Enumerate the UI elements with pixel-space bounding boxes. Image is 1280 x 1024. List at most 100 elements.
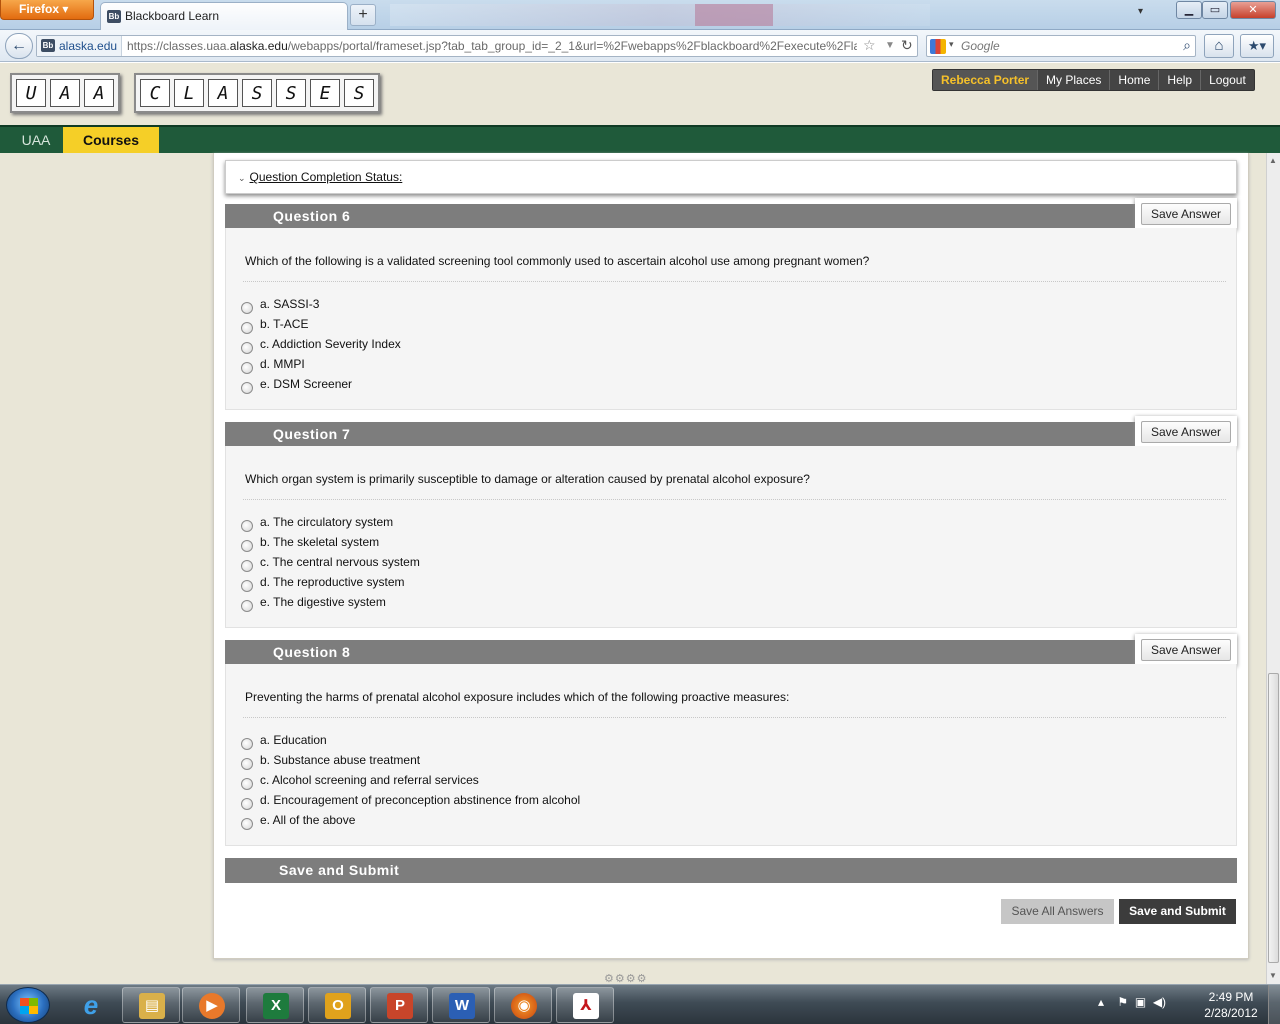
windows-explorer-taskbar-button[interactable]: ▤ (122, 987, 180, 1023)
firefox-menu-button[interactable]: Firefox ▾ (0, 0, 94, 20)
option-label[interactable]: a. Education (260, 733, 327, 747)
blackboard-favicon-icon: Bb (41, 39, 55, 52)
excel-taskbar-button[interactable]: X (246, 987, 304, 1023)
radio-button[interactable] (241, 798, 253, 810)
question-completion-status[interactable]: ⌄ Question Completion Status: (225, 160, 1237, 194)
user-menu-link[interactable]: Rebecca Porter (933, 70, 1038, 90)
radio-button[interactable] (241, 560, 253, 572)
scroll-down-icon[interactable]: ▼ (1269, 971, 1277, 980)
excel-icon: X (263, 993, 289, 1019)
save-answer-button[interactable]: Save Answer (1141, 639, 1231, 661)
tab-uaa[interactable]: UAA (10, 127, 62, 153)
question-text: Preventing the harms of prenatal alcohol… (245, 690, 790, 704)
global-nav: Rebecca Porter My Places Home Help Logou… (932, 69, 1255, 91)
volume-icon[interactable]: ◀) (1153, 995, 1166, 1009)
radio-button[interactable] (241, 342, 253, 354)
search-bar[interactable]: ▾ Google ⌕ (926, 35, 1196, 57)
option-label[interactable]: d. MMPI (260, 357, 305, 371)
radio-button[interactable] (241, 362, 253, 374)
option-label[interactable]: c. The central nervous system (260, 555, 420, 569)
question-text: Which organ system is primarily suscepti… (245, 472, 810, 486)
radio-button[interactable] (241, 322, 253, 334)
radio-button[interactable] (241, 382, 253, 394)
maximize-button[interactable]: ▭ (1202, 1, 1228, 19)
reload-icon[interactable]: ↻ (901, 37, 913, 54)
my-places-link[interactable]: My Places (1037, 70, 1109, 90)
internet-explorer-taskbar-button[interactable]: e (62, 987, 120, 1023)
save-and-submit-button[interactable]: Save and Submit (1119, 899, 1236, 924)
clock[interactable]: 2:49 PM 2/28/2012 (1196, 989, 1266, 1021)
site-header: U A A C L A S S E S Rebecca Porter My Pl… (0, 63, 1280, 125)
powerpoint-taskbar-button[interactable]: P (370, 987, 428, 1023)
option-label[interactable]: c. Addiction Severity Index (260, 337, 401, 351)
option-label[interactable]: d. Encouragement of preconception abstin… (260, 793, 580, 807)
option-label[interactable]: b. Substance abuse treatment (260, 753, 420, 767)
logo-letter: C (140, 79, 170, 107)
word-taskbar-button[interactable]: W (432, 987, 490, 1023)
google-icon[interactable] (930, 39, 946, 54)
save-and-submit-title: Save and Submit (279, 862, 400, 878)
browser-tab[interactable]: Bb Blackboard Learn (100, 2, 348, 30)
system-tray: ▴ ⚑ ▣ ◀) (1098, 995, 1166, 1009)
close-window-button[interactable]: ✕ (1230, 1, 1276, 19)
save-answer-button[interactable]: Save Answer (1141, 203, 1231, 225)
logout-link[interactable]: Logout (1200, 70, 1254, 90)
search-engine-dropdown-icon[interactable]: ▾ (949, 39, 954, 50)
radio-button[interactable] (241, 600, 253, 612)
help-link[interactable]: Help (1158, 70, 1200, 90)
home-link[interactable]: Home (1109, 70, 1158, 90)
save-all-answers-button[interactable]: Save All Answers (1001, 899, 1114, 924)
url-bar[interactable]: Bb alaska.edu https://classes.uaa.alaska… (36, 35, 918, 57)
option-label[interactable]: b. The skeletal system (260, 535, 379, 549)
option-label[interactable]: a. The circulatory system (260, 515, 393, 529)
page-scrollbar[interactable]: ▲ ▼ (1266, 153, 1280, 986)
question-title: Question 7 (273, 426, 351, 442)
divider (243, 717, 1226, 718)
new-tab-button[interactable]: + (350, 4, 376, 26)
clock-date: 2/28/2012 (1204, 1006, 1258, 1020)
search-input[interactable]: Google (961, 39, 1000, 53)
option-label[interactable]: c. Alcohol screening and referral servic… (260, 773, 479, 787)
radio-button[interactable] (241, 580, 253, 592)
save-answer-button[interactable]: Save Answer (1141, 421, 1231, 443)
radio-button[interactable] (241, 520, 253, 532)
url-text[interactable]: https://classes.uaa.alaska.edu/webapps/p… (127, 39, 857, 53)
network-icon[interactable]: ▣ (1135, 995, 1146, 1009)
question-text: Which of the following is a validated sc… (245, 254, 870, 268)
history-dropdown-icon[interactable]: ▼ (885, 40, 895, 51)
status-label[interactable]: Question Completion Status: (250, 170, 403, 184)
option-label[interactable]: a. SASSI-3 (260, 297, 319, 311)
option-label[interactable]: e. All of the above (260, 813, 355, 827)
radio-button[interactable] (241, 302, 253, 314)
show-desktop-button[interactable] (1268, 985, 1280, 1024)
radio-button[interactable] (241, 738, 253, 750)
radio-button[interactable] (241, 758, 253, 770)
start-button[interactable] (6, 987, 50, 1023)
adobe-reader-taskbar-button[interactable]: ⅄ (556, 987, 614, 1023)
bookmark-star-icon[interactable]: ☆ (863, 37, 876, 54)
outlook-taskbar-button[interactable]: O (308, 987, 366, 1023)
option-label[interactable]: d. The reproductive system (260, 575, 405, 589)
back-button[interactable]: ← (5, 33, 33, 59)
site-identity-button[interactable]: Bb alaska.edu (37, 36, 123, 56)
list-all-tabs-icon[interactable]: ▾ (1138, 6, 1143, 17)
option-label[interactable]: b. T-ACE (260, 317, 308, 331)
radio-button[interactable] (241, 778, 253, 790)
radio-button[interactable] (241, 818, 253, 830)
bookmarks-button[interactable]: ★▾ (1240, 34, 1274, 58)
radio-button[interactable] (241, 540, 253, 552)
option-label[interactable]: e. The digestive system (260, 595, 386, 609)
media-player-taskbar-button[interactable]: ▶ (182, 987, 240, 1023)
search-icon[interactable]: ⌕ (1183, 37, 1191, 54)
minimize-button[interactable]: ▁ (1176, 1, 1202, 19)
option-label[interactable]: e. DSM Screener (260, 377, 352, 391)
tab-courses[interactable]: Courses (63, 127, 159, 153)
blackboard-favicon-icon: Bb (107, 10, 121, 23)
tab-title: Blackboard Learn (125, 9, 220, 23)
show-hidden-icons-icon[interactable]: ▴ (1098, 995, 1104, 1009)
action-center-flag-icon[interactable]: ⚑ (1117, 995, 1128, 1009)
scroll-up-icon[interactable]: ▲ (1269, 156, 1277, 165)
home-button[interactable]: ⌂ (1204, 34, 1234, 58)
firefox-taskbar-button[interactable]: ◉ (494, 987, 552, 1023)
scrollbar-thumb[interactable] (1268, 673, 1279, 963)
